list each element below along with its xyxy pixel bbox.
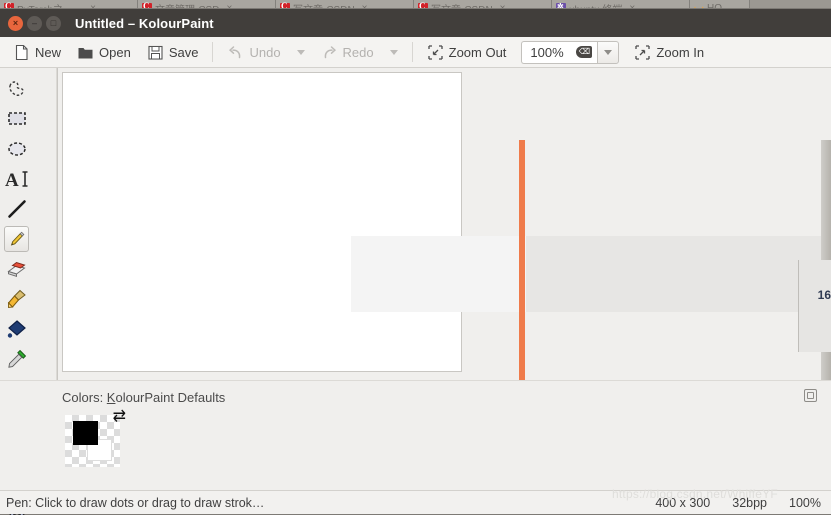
undo-button-label: Undo bbox=[249, 44, 281, 60]
tool-free-form-select[interactable] bbox=[3, 74, 30, 104]
chevron-down-icon bbox=[604, 49, 613, 55]
canvas-overlay-region-right bbox=[526, 236, 831, 312]
open-button-label: Open bbox=[99, 44, 131, 60]
foreground-color-swatch[interactable] bbox=[73, 421, 98, 445]
redo-button[interactable]: Redo bbox=[314, 40, 381, 65]
color-picker-icon bbox=[7, 349, 26, 368]
redo-button-label: Redo bbox=[342, 44, 374, 60]
canvas-viewport[interactable]: 16 ||| bbox=[57, 68, 831, 380]
maximize-icon: □ bbox=[50, 17, 57, 28]
status-message: Pen: Click to draw dots or drag to draw … bbox=[6, 495, 265, 510]
window-title: Untitled – KolourPaint bbox=[75, 15, 214, 31]
dock-float-button[interactable] bbox=[804, 389, 817, 402]
colors-dock: Colors: KolourPaint Defaults ⇄ bbox=[0, 380, 831, 490]
folder-icon bbox=[78, 47, 93, 58]
canvas-resize-handle-right[interactable] bbox=[519, 140, 525, 380]
pencil-icon bbox=[10, 231, 24, 246]
tool-eraser[interactable] bbox=[3, 254, 30, 284]
window-close-button[interactable]: × bbox=[8, 15, 23, 31]
window-maximize-button[interactable]: □ bbox=[46, 15, 61, 31]
svg-text:A: A bbox=[5, 170, 19, 190]
tool-flood-fill[interactable] bbox=[3, 314, 30, 344]
dual-color-selector[interactable]: ⇄ bbox=[65, 409, 126, 467]
rectangle-select-icon bbox=[7, 112, 26, 125]
paintbrush-icon bbox=[7, 289, 26, 309]
save-button[interactable]: Save bbox=[140, 40, 206, 65]
tool-palette: A bbox=[0, 68, 57, 515]
toolbar-separator bbox=[212, 42, 214, 62]
zoom-level-value: 100% bbox=[530, 44, 564, 60]
zoom-out-button-label: Zoom Out bbox=[448, 44, 507, 60]
eraser-icon bbox=[6, 261, 26, 277]
floppy-save-icon bbox=[148, 45, 163, 60]
zoom-level-combobox[interactable]: 100% ⌫ bbox=[521, 40, 620, 64]
main-toolbar: New Open Save Undo Redo Zoom Out 100% ⌫ … bbox=[0, 37, 831, 68]
redo-dropdown-icon[interactable] bbox=[389, 49, 398, 55]
kolourpaint-window: × – □ Untitled – KolourPaint New Open Sa… bbox=[0, 8, 831, 515]
flood-fill-icon bbox=[7, 320, 26, 338]
watermark: https://blog.csdn.net/WhiffeYF bbox=[612, 487, 778, 501]
zoom-in-button[interactable]: Zoom In bbox=[627, 40, 711, 65]
zoom-out-icon bbox=[427, 44, 443, 60]
undo-dropdown-icon[interactable] bbox=[296, 49, 305, 55]
minimize-icon: – bbox=[31, 17, 37, 28]
tool-text[interactable]: A bbox=[3, 164, 30, 194]
zoom-dropdown-button[interactable] bbox=[597, 40, 620, 64]
save-button-label: Save bbox=[168, 44, 199, 60]
clear-icon[interactable]: ⌫ bbox=[576, 46, 593, 58]
line-icon bbox=[7, 200, 26, 218]
window-controls: × – □ bbox=[8, 15, 61, 31]
zoom-in-button-label: Zoom In bbox=[656, 44, 705, 60]
text-tool-icon: A bbox=[5, 170, 27, 190]
free-form-select-icon bbox=[8, 81, 24, 96]
swap-colors-icon[interactable]: ⇄ bbox=[113, 409, 126, 425]
open-button[interactable]: Open bbox=[70, 40, 138, 65]
edge-number-label: 16 bbox=[817, 288, 831, 302]
window-titlebar[interactable]: × – □ Untitled – KolourPaint bbox=[0, 9, 831, 37]
tool-rectangle-select[interactable] bbox=[3, 104, 30, 134]
float-window-icon bbox=[807, 392, 814, 399]
background-window-number: 16 bbox=[798, 260, 831, 352]
zoom-level-input[interactable]: 100% ⌫ bbox=[521, 40, 598, 64]
work-area: A 16 bbox=[0, 68, 831, 515]
undo-arrow-icon bbox=[229, 45, 241, 58]
status-zoom: 100% bbox=[789, 495, 821, 510]
canvas-paper[interactable] bbox=[62, 72, 462, 372]
toolbar-separator bbox=[411, 42, 413, 62]
window-minimize-button[interactable]: – bbox=[27, 15, 42, 31]
colors-label-prefix: Colors: bbox=[62, 390, 107, 405]
colors-label-rest: olourPaint Defaults bbox=[115, 390, 226, 405]
screen: PyTorch之一… × 文章管理-CSD × 写文章-CSDN × 写文章-C… bbox=[0, 0, 831, 515]
new-document-icon bbox=[15, 44, 28, 60]
undo-button[interactable]: Undo bbox=[220, 40, 287, 65]
tool-color-picker[interactable] bbox=[3, 344, 30, 374]
new-button[interactable]: New bbox=[6, 40, 68, 65]
tool-brush[interactable] bbox=[3, 284, 30, 314]
new-button-label: New bbox=[35, 44, 62, 60]
zoom-in-icon bbox=[635, 44, 651, 60]
close-icon: × bbox=[12, 17, 19, 28]
redo-arrow-icon bbox=[324, 45, 336, 58]
elliptical-select-icon bbox=[7, 142, 26, 156]
tool-elliptical-select[interactable] bbox=[3, 134, 30, 164]
tool-pen[interactable] bbox=[4, 226, 29, 252]
colors-dock-label: Colors: KolourPaint Defaults bbox=[62, 390, 225, 405]
tool-line[interactable] bbox=[3, 194, 30, 224]
zoom-out-button[interactable]: Zoom Out bbox=[420, 40, 514, 65]
